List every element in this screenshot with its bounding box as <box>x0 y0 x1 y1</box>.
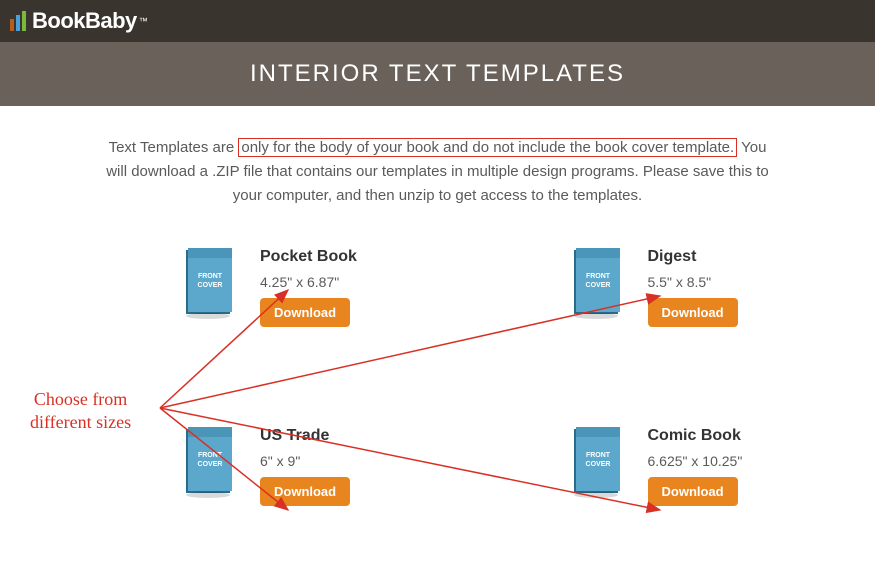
book-cover-icon: FRONT COVER <box>568 248 624 320</box>
svg-text:COVER: COVER <box>198 282 223 289</box>
templates-grid: FRONT COVER Pocket Book 4.25" x 6.87" Dow… <box>60 248 815 526</box>
template-title: Digest <box>648 248 738 266</box>
template-info: US Trade 6" x 9" Download <box>260 427 350 506</box>
template-dimensions: 6.625" x 10.25" <box>648 453 743 469</box>
banner: INTERIOR TEXT TEMPLATES <box>0 42 875 106</box>
svg-text:FRONT: FRONT <box>198 452 223 459</box>
logo-tm: ™ <box>139 16 148 26</box>
template-card-comic-book: FRONT COVER Comic Book 6.625" x 10.25" Do… <box>568 427 816 506</box>
annotation-line2: different sizes <box>30 411 131 434</box>
download-button[interactable]: Download <box>648 477 738 506</box>
logo-text: BookBaby <box>32 8 137 34</box>
download-button[interactable]: Download <box>260 298 350 327</box>
annotation-label: Choose from different sizes <box>30 388 131 435</box>
svg-text:FRONT: FRONT <box>198 273 223 280</box>
template-info: Digest 5.5" x 8.5" Download <box>648 248 738 327</box>
template-title: Pocket Book <box>260 248 357 266</box>
topbar: BookBaby™ <box>0 0 875 42</box>
content: Text Templates are only for the body of … <box>0 106 875 546</box>
template-dimensions: 4.25" x 6.87" <box>260 274 357 290</box>
svg-text:FRONT: FRONT <box>585 273 610 280</box>
template-card-digest: FRONT COVER Digest 5.5" x 8.5" Download <box>568 248 816 327</box>
template-info: Pocket Book 4.25" x 6.87" Download <box>260 248 357 327</box>
template-card-pocket-book: FRONT COVER Pocket Book 4.25" x 6.87" Dow… <box>180 248 428 327</box>
download-button[interactable]: Download <box>260 477 350 506</box>
intro-text: Text Templates are only for the body of … <box>100 136 775 208</box>
download-button[interactable]: Download <box>648 298 738 327</box>
logo-bars-icon <box>10 11 26 31</box>
template-card-us-trade: FRONT COVER US Trade 6" x 9" Download <box>180 427 428 506</box>
svg-text:COVER: COVER <box>198 461 223 468</box>
template-info: Comic Book 6.625" x 10.25" Download <box>648 427 743 506</box>
template-title: Comic Book <box>648 427 743 445</box>
annotation-line1: Choose from <box>30 388 131 411</box>
book-cover-icon: FRONT COVER <box>180 427 236 499</box>
svg-text:COVER: COVER <box>585 282 610 289</box>
intro-highlight: only for the body of your book and do no… <box>238 138 737 157</box>
svg-text:FRONT: FRONT <box>585 452 610 459</box>
template-dimensions: 6" x 9" <box>260 453 350 469</box>
page-title: INTERIOR TEXT TEMPLATES <box>0 60 875 88</box>
svg-text:COVER: COVER <box>585 461 610 468</box>
book-cover-icon: FRONT COVER <box>568 427 624 499</box>
book-cover-icon: FRONT COVER <box>180 248 236 320</box>
template-dimensions: 5.5" x 8.5" <box>648 274 738 290</box>
logo[interactable]: BookBaby™ <box>10 8 148 34</box>
template-title: US Trade <box>260 427 350 445</box>
intro-pre: Text Templates are <box>109 139 239 156</box>
